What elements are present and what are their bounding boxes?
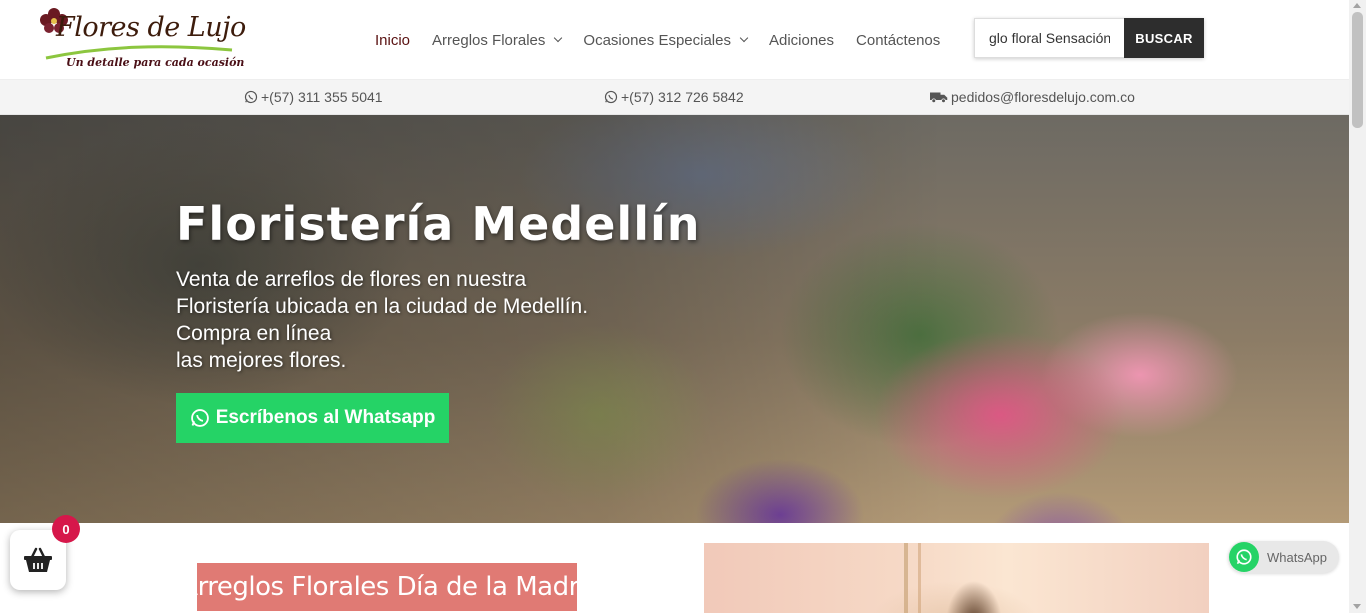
contact-phone-2-text: +(57) 312 726 5842 xyxy=(621,89,744,105)
chevron-down-icon xyxy=(739,33,749,43)
hero-line: las mejores flores. xyxy=(176,349,347,372)
cart-count-badge: 0 xyxy=(52,515,80,543)
promo-image[interactable] xyxy=(704,543,1209,613)
promo-decoration xyxy=(904,543,908,613)
basket-icon xyxy=(24,547,52,572)
whatsapp-cta-button[interactable]: Escríbenos al Whatsapp xyxy=(176,393,449,443)
site-header: Flores de Lujo Un detalle para cada ocas… xyxy=(0,0,1349,80)
logo-tagline: Un detalle para cada ocasión xyxy=(66,56,245,69)
contact-email[interactable]: pedidos@floresdelujo.com.co xyxy=(930,89,1135,105)
scroll-up-arrow[interactable] xyxy=(1353,3,1361,8)
whatsapp-chat-button[interactable]: WhatsApp xyxy=(1228,541,1339,573)
whatsapp-icon xyxy=(190,409,209,427)
contact-phone-2[interactable]: +(57) 312 726 5842 xyxy=(604,89,744,105)
whatsapp-chat-label: WhatsApp xyxy=(1267,549,1327,565)
hero-line: Floristería ubicada en la ciudad de Mede… xyxy=(176,295,589,318)
whatsapp-icon xyxy=(1229,542,1259,572)
hero-line: Venta de arreflos de flores en nuestra xyxy=(176,268,527,291)
site-logo[interactable]: Flores de Lujo Un detalle para cada ocas… xyxy=(36,4,246,74)
whatsapp-icon xyxy=(244,90,258,104)
nav-label: Ocasiones Especiales xyxy=(583,31,731,49)
nav-label: Arreglos Florales xyxy=(432,31,546,49)
contact-phone-1-text: +(57) 311 355 5041 xyxy=(261,89,383,105)
hero-line: Compra en línea xyxy=(176,322,332,345)
nav-label: Inicio xyxy=(375,31,411,49)
scroll-down-arrow[interactable] xyxy=(1353,604,1361,609)
hero-banner: Floristería Medellín Venta de arreflos d… xyxy=(0,115,1349,523)
nav-label: Contáctenos xyxy=(856,31,941,49)
hero-title: Floristería Medellín xyxy=(176,197,701,251)
page-scrollbar[interactable] xyxy=(1349,0,1366,613)
contact-phone-1[interactable]: +(57) 311 355 5041 xyxy=(244,89,383,105)
nav-item-adiciones[interactable]: Adiciones xyxy=(769,32,834,49)
nav-item-arreglos-florales[interactable]: Arreglos Florales xyxy=(432,31,563,49)
search-input[interactable] xyxy=(974,18,1124,58)
hero-description: Venta de arreflos de flores en nuestra F… xyxy=(176,266,696,374)
nav-label: Adiciones xyxy=(768,31,835,49)
contact-bar: +(57) 311 355 5041 +(57) 312 726 5842 pe… xyxy=(0,80,1349,115)
search-button[interactable]: BUSCAR xyxy=(1124,18,1204,58)
nav-item-contactenos[interactable]: Contáctenos xyxy=(856,32,940,49)
scroll-thumb[interactable] xyxy=(1352,12,1363,128)
nav-item-inicio[interactable]: Inicio xyxy=(375,32,410,49)
nav-item-ocasiones-especiales[interactable]: Ocasiones Especiales xyxy=(583,31,749,49)
promo-decoration xyxy=(918,543,921,613)
truck-icon xyxy=(930,92,948,103)
whatsapp-icon xyxy=(604,90,618,104)
search-form: BUSCAR xyxy=(974,18,1204,58)
chevron-down-icon xyxy=(554,33,563,43)
whatsapp-cta-label: Escríbenos al Whatsapp xyxy=(215,407,436,428)
logo-name: Flores de Lujo xyxy=(56,12,246,43)
contact-email-text: pedidos@floresdelujo.com.co xyxy=(951,89,1135,105)
main-nav: Inicio Arreglos Florales Ocasiones Espec… xyxy=(375,30,962,50)
section-title: Arreglos Florales Día de la Madre xyxy=(180,563,594,611)
